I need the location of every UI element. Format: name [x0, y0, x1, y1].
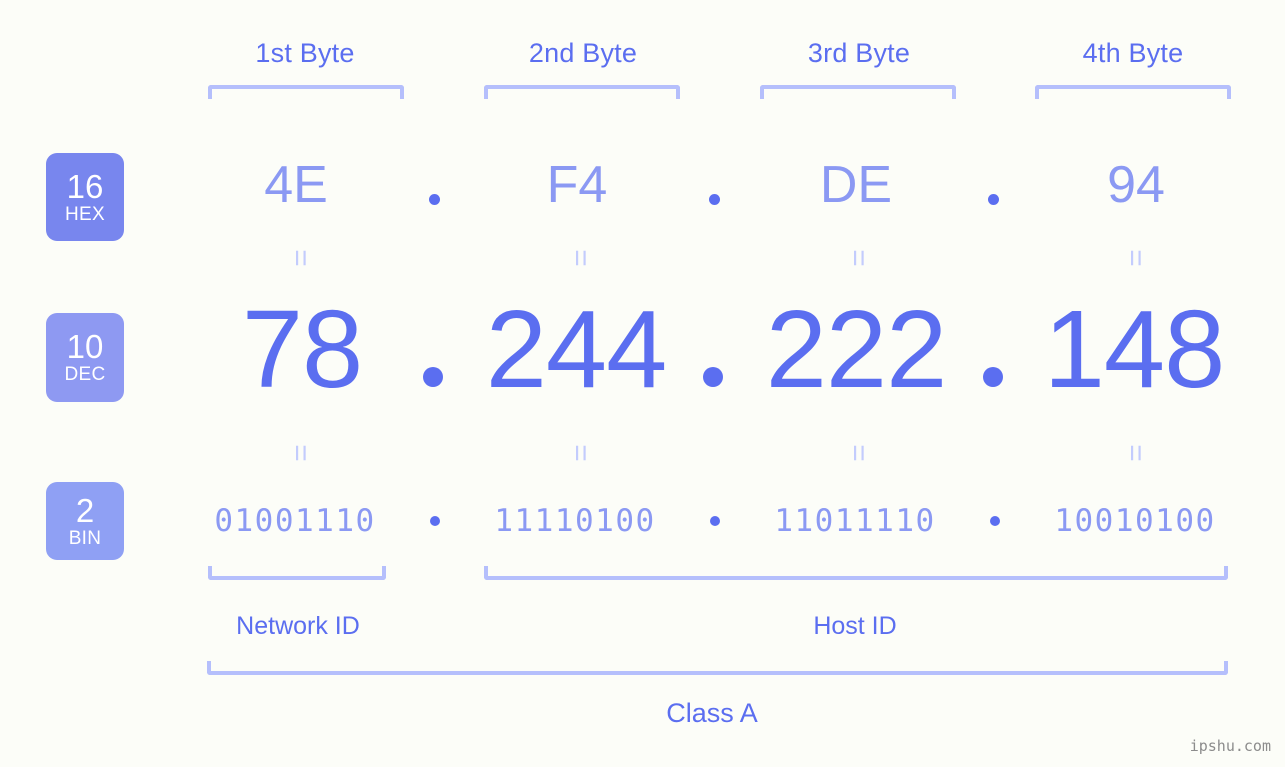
- byte-header-1: 1st Byte: [255, 38, 355, 68]
- hex-separator-dot-3: [988, 194, 999, 205]
- host-id-label: Host ID: [813, 612, 897, 640]
- dec-separator-dot-1: [423, 367, 443, 387]
- network-id-bracket: [208, 566, 386, 580]
- equals-sign-dec-bin-4: =: [1119, 444, 1152, 462]
- bin-octet-3: 11011110: [774, 503, 936, 539]
- byte-bracket-2: [484, 85, 680, 99]
- site-watermark: ipshu.com: [1189, 737, 1271, 755]
- dec-octet-1: 78: [241, 288, 363, 411]
- bin-octet-4: 10010100: [1054, 503, 1216, 539]
- bin-octet-1: 01001110: [214, 503, 376, 539]
- class-label: Class A: [666, 698, 758, 728]
- byte-bracket-3: [760, 85, 956, 99]
- base-badge-bin-number: 2: [75, 491, 95, 529]
- equals-sign-dec-bin-2: =: [564, 444, 597, 462]
- equals-sign-dec-bin-1: =: [284, 444, 317, 462]
- class-bracket: [207, 661, 1228, 675]
- hex-octet-2: F4: [546, 156, 608, 214]
- base-badge-dec-number: 10: [66, 328, 104, 365]
- base-badge-bin-name: BIN: [68, 527, 102, 549]
- hex-octet-1: 4E: [264, 156, 328, 214]
- base-badge-hex: 16 HEX: [46, 153, 124, 241]
- equals-sign-hex-dec-2: =: [564, 249, 597, 267]
- base-badge-bin: 2 BIN: [46, 482, 124, 560]
- bin-octet-2: 11110100: [494, 503, 656, 539]
- bin-separator-dot-2: [710, 516, 720, 526]
- dec-octet-3: 222: [765, 288, 948, 411]
- byte-header-3: 3rd Byte: [807, 38, 911, 68]
- byte-bracket-1: [208, 85, 404, 99]
- byte-header-2: 2nd Byte: [528, 38, 638, 68]
- hex-octet-3: DE: [819, 156, 893, 214]
- base-badge-hex-name: HEX: [65, 203, 105, 225]
- bin-separator-dot-1: [430, 516, 440, 526]
- dec-separator-dot-3: [983, 367, 1003, 387]
- base-badge-dec-name: DEC: [64, 364, 106, 385]
- equals-sign-hex-dec-4: =: [1119, 249, 1152, 267]
- bin-separator-dot-3: [990, 516, 1000, 526]
- dec-separator-dot-2: [703, 367, 723, 387]
- byte-header-4: 4th Byte: [1082, 38, 1184, 68]
- byte-bracket-4: [1035, 85, 1231, 99]
- network-id-label: Network ID: [236, 612, 360, 640]
- dec-octet-2: 244: [485, 288, 668, 411]
- equals-sign-hex-dec-1: =: [284, 249, 317, 267]
- hex-octet-4: 94: [1107, 156, 1165, 214]
- hex-separator-dot-2: [709, 194, 720, 205]
- base-badge-dec: 10 DEC: [46, 313, 124, 402]
- dec-octet-4: 148: [1043, 288, 1226, 411]
- host-id-bracket: [484, 566, 1228, 580]
- equals-sign-hex-dec-3: =: [842, 249, 875, 267]
- base-badge-hex-number: 16: [66, 167, 104, 205]
- equals-sign-dec-bin-3: =: [842, 444, 875, 462]
- ip-address-breakdown-diagram: 1st Byte 2nd Byte 3rd Byte 4th Byte 16 H…: [0, 0, 1285, 767]
- hex-separator-dot-1: [429, 194, 440, 205]
